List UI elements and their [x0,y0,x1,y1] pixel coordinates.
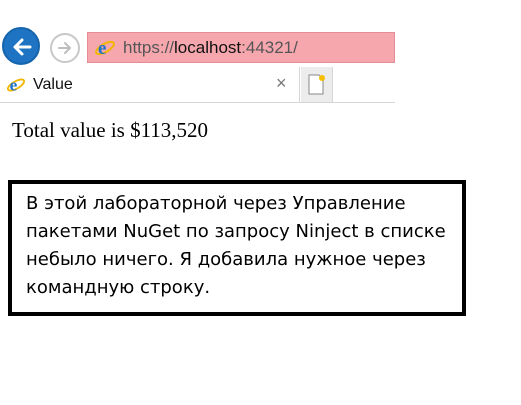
tab-title: Value [33,76,73,93]
url-port-path: :44321/ [241,38,298,57]
url-scheme: https:// [123,38,175,57]
svg-text:e: e [10,75,18,94]
ie-icon: e [95,38,115,59]
forward-arrow-icon [58,42,71,54]
annotation-box: В этой лабораторной через Управление пак… [8,180,466,316]
total-value-text: Total value is $113,520 [12,118,209,142]
back-button[interactable] [2,27,40,65]
url-host: localhost [174,38,242,57]
browser-navigation-bar: e https://localhost:44321/ [0,0,395,66]
annotation-text: В этой лабораторной через Управление пак… [26,193,446,298]
svg-text:e: e [98,38,106,59]
tab-strip: e Value × [0,67,395,103]
new-tab-icon [308,74,325,95]
back-arrow-icon [13,38,32,56]
new-tab-button[interactable] [301,67,333,102]
tab-value[interactable]: e Value × [0,67,300,102]
address-bar[interactable]: e https://localhost:44321/ [87,32,395,63]
ie-tab-icon: e [7,75,25,94]
url-text: https://localhost:44321/ [123,38,298,58]
close-tab-icon[interactable]: × [276,74,287,92]
forward-button[interactable] [50,33,80,63]
